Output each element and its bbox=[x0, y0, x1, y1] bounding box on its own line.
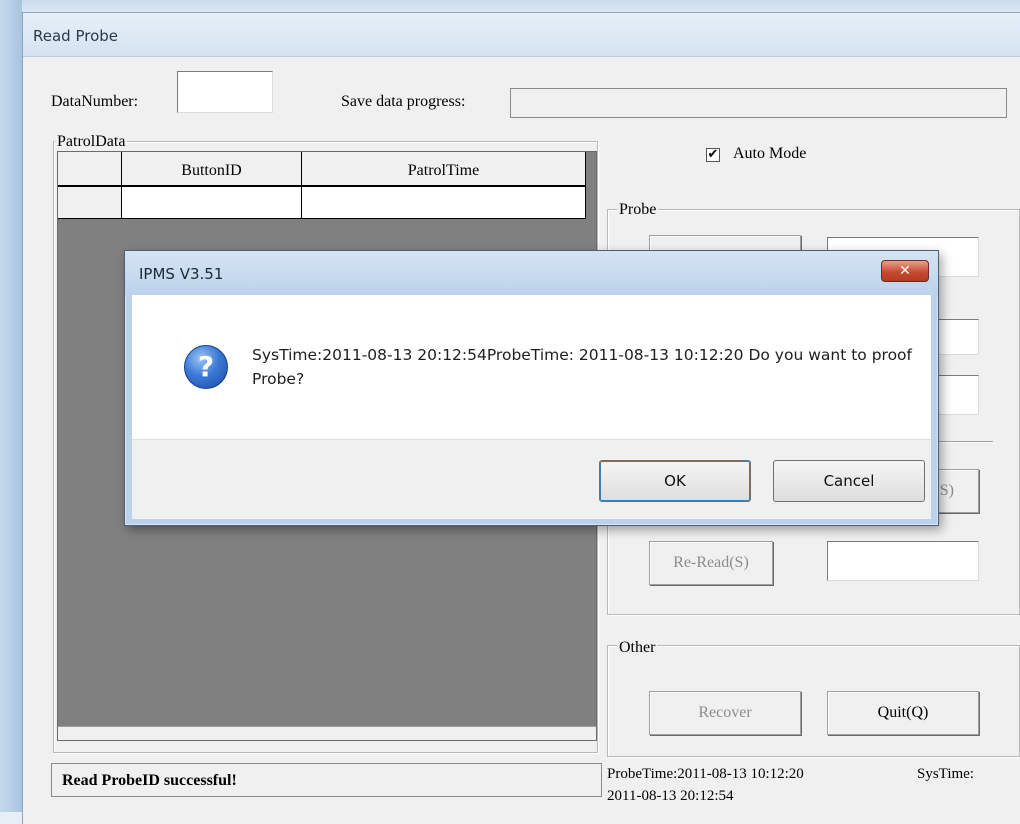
dialog-button-bar: OK Cancel bbox=[132, 439, 931, 519]
reread-result-field[interactable] bbox=[827, 541, 979, 581]
column-header-patroltime[interactable]: PatrolTime bbox=[302, 152, 586, 185]
data-number-input[interactable] bbox=[177, 71, 273, 113]
sys-time-value: 2011-08-13 20:12:54 bbox=[607, 788, 734, 804]
quit-button[interactable]: Quit(Q) bbox=[827, 691, 979, 735]
probe-time-text: ProbeTime:2011-08-13 10:12:20 bbox=[607, 766, 804, 782]
patroltime-cell[interactable] bbox=[302, 187, 586, 218]
grid-header-corner bbox=[58, 152, 122, 185]
close-icon[interactable]: ✕ bbox=[881, 260, 929, 282]
reread-button[interactable]: Re-Read(S) bbox=[649, 541, 773, 585]
save-progress-bar bbox=[510, 88, 1007, 118]
recover-button[interactable]: Recover bbox=[649, 691, 801, 735]
other-group-caption: Other bbox=[617, 639, 658, 657]
grid-header-row: ButtonID PatrolTime bbox=[58, 152, 586, 187]
data-number-label: DataNumber: bbox=[51, 93, 139, 110]
grid-horizontal-scrollbar[interactable] bbox=[58, 726, 596, 740]
dialog-message: SysTime:2011-08-13 20:12:54ProbeTime: 20… bbox=[252, 346, 912, 388]
dialog-title: IPMS V3.51 bbox=[125, 251, 938, 295]
confirm-dialog: IPMS V3.51 ✕ ? SysTime:2011-08-13 20:12:… bbox=[124, 250, 939, 526]
probe-group-caption: Probe bbox=[617, 201, 659, 219]
save-progress-label: Save data progress: bbox=[341, 93, 466, 110]
time-readout: ProbeTime:2011-08-13 10:12:20 SysTime: 2… bbox=[607, 763, 1020, 807]
column-header-buttonid[interactable]: ButtonID bbox=[122, 152, 302, 185]
auto-mode-label: Auto Mode bbox=[733, 145, 807, 162]
desktop-background bbox=[0, 0, 1020, 12]
question-icon: ? bbox=[184, 345, 228, 389]
table-row[interactable] bbox=[58, 187, 586, 219]
window-title: Read Probe bbox=[23, 13, 1020, 57]
ok-button[interactable]: OK bbox=[599, 460, 751, 502]
dialog-body: ? SysTime:2011-08-13 20:12:54ProbeTime: … bbox=[132, 295, 931, 439]
buttonid-cell[interactable] bbox=[122, 187, 302, 218]
desktop-edge bbox=[0, 0, 22, 812]
status-message: Read ProbeID successful! bbox=[51, 763, 602, 797]
auto-mode-checkbox[interactable]: ✔ bbox=[706, 148, 720, 162]
patrol-data-caption: PatrolData bbox=[55, 133, 128, 151]
cancel-button[interactable]: Cancel bbox=[773, 460, 925, 502]
row-header-cell bbox=[58, 187, 122, 218]
sys-time-label: SysTime: bbox=[917, 766, 974, 782]
